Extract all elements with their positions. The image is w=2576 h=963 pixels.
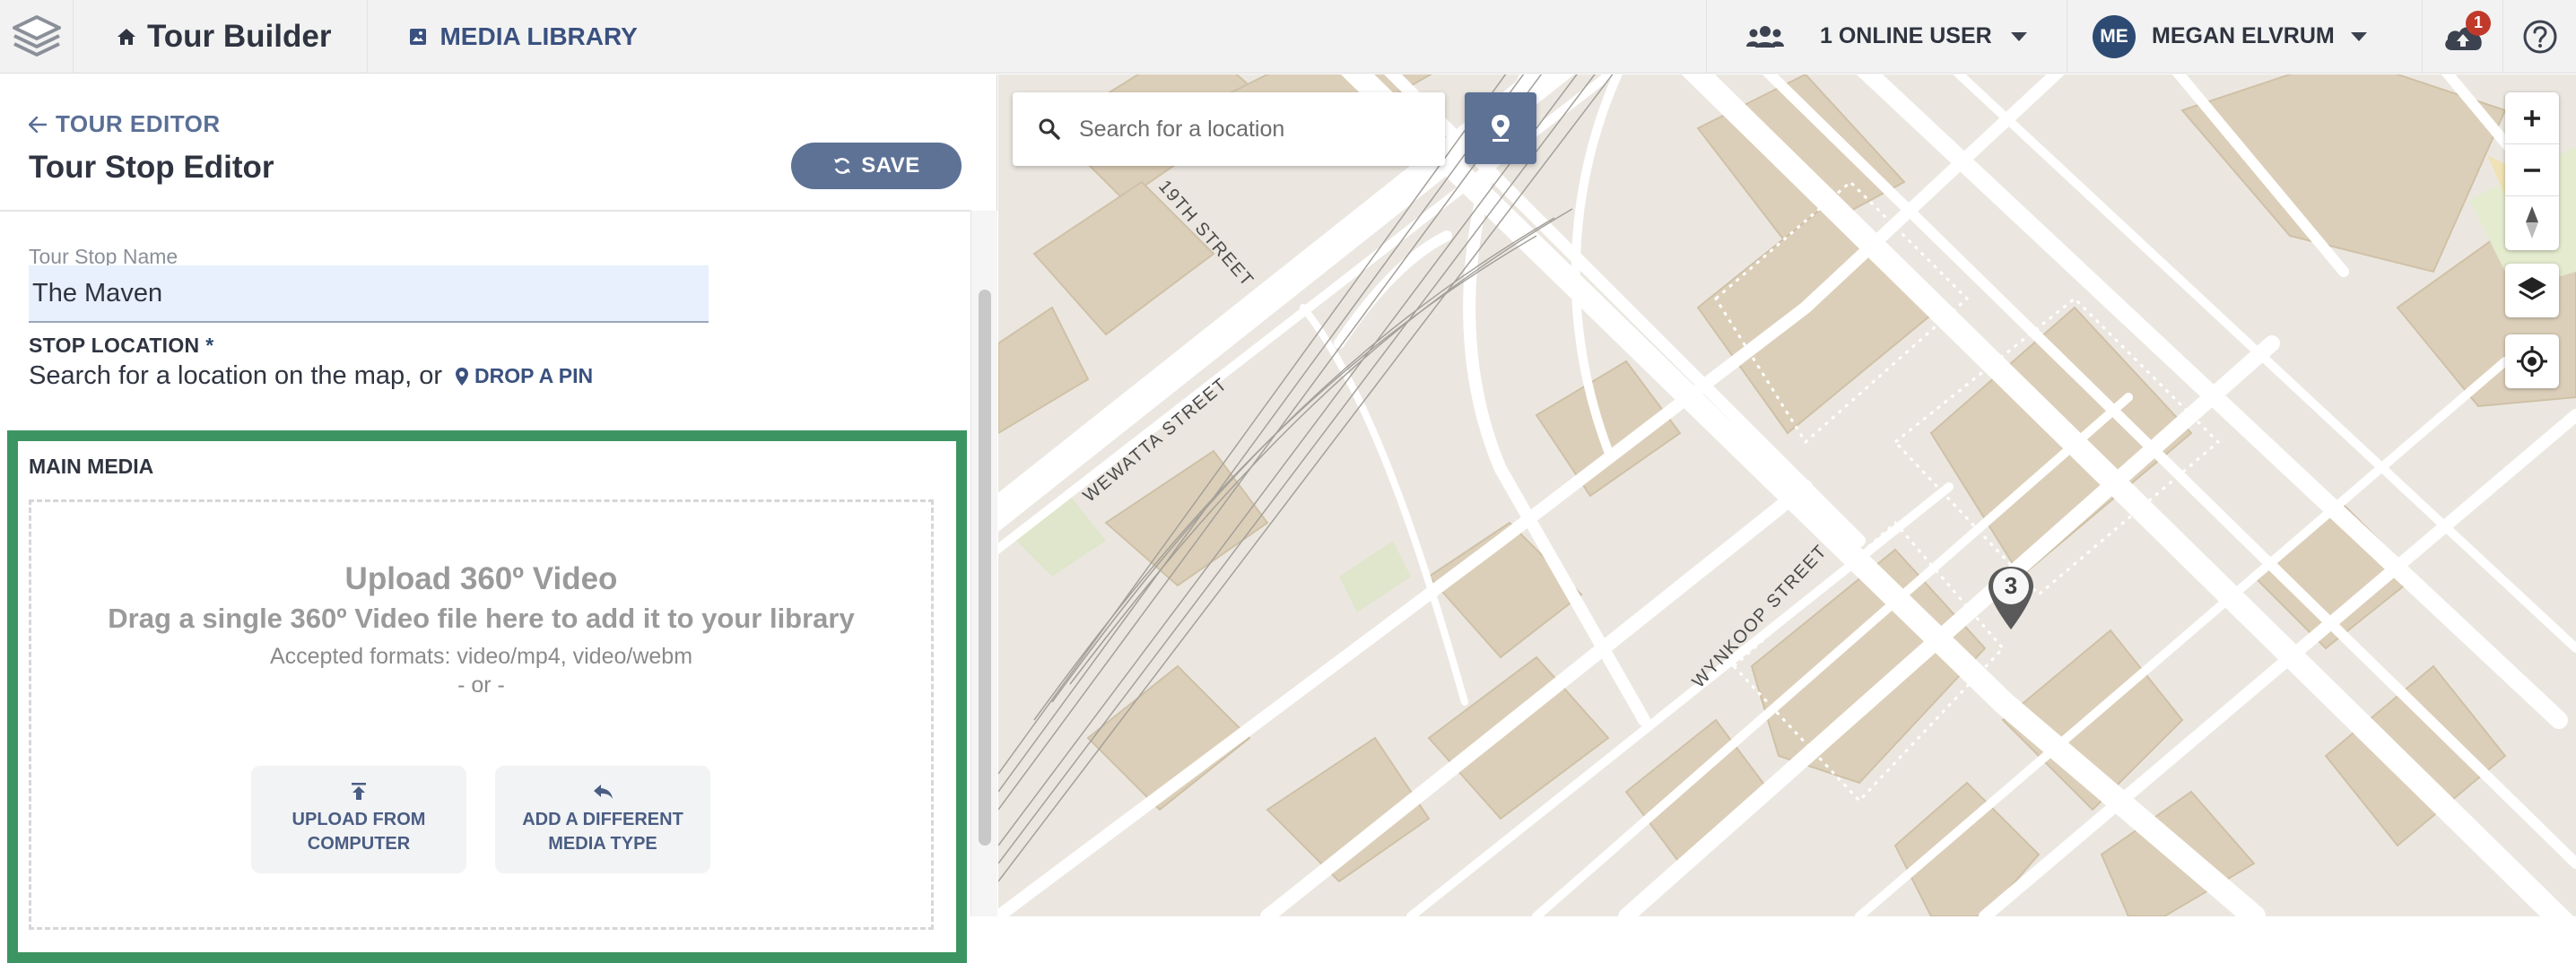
top-navigation-bar: Tour Builder MEDIA LIBRARY 1 ONLINE USER… <box>0 0 2576 74</box>
page-title: Tour Stop Editor <box>29 150 274 185</box>
help-icon <box>2523 20 2556 53</box>
map-tiles <box>998 74 2576 916</box>
sync-icon <box>834 158 851 174</box>
app-title: Tour Builder <box>147 18 332 54</box>
header-divider <box>0 210 970 212</box>
stop-location-label: STOP LOCATION * <box>29 334 213 358</box>
plus-icon <box>2524 109 2540 126</box>
drop-a-pin-button[interactable]: DROP A PIN <box>455 364 593 388</box>
tour-stop-marker[interactable]: 3 <box>1985 565 2037 633</box>
search-icon <box>1039 118 1060 140</box>
save-button[interactable]: SAVE <box>791 143 962 189</box>
map-view[interactable]: 19TH STREET WEWATTA STREET WYNKOOP STREE… <box>998 74 2576 916</box>
reply-arrow-icon <box>594 785 613 799</box>
back-link-label: TOUR EDITOR <box>56 110 221 137</box>
add-different-media-type-label: ADD A DIFFERENT MEDIA TYPE <box>522 810 683 854</box>
map-search-input[interactable] <box>1079 116 1420 143</box>
location-hint-text: Search for a location on the map, or <box>29 361 443 390</box>
panel-scrollbar[interactable] <box>970 211 997 916</box>
zoom-in-button[interactable] <box>2505 92 2559 144</box>
arrow-left-icon <box>29 116 47 133</box>
add-different-media-type-button[interactable]: ADD A DIFFERENT MEDIA TYPE <box>495 766 710 873</box>
drop-a-pin-label: DROP A PIN <box>474 364 594 387</box>
compass-icon <box>2526 206 2538 239</box>
app-logo[interactable] <box>0 0 74 74</box>
group-users-icon <box>1746 25 1784 48</box>
zoom-out-button[interactable] <box>2505 144 2559 196</box>
geolocate-button[interactable] <box>2505 334 2559 388</box>
map-pin-icon <box>456 367 469 386</box>
crosshair-icon <box>2517 346 2547 377</box>
stop-location-label-text: STOP LOCATION <box>29 334 200 357</box>
drop-pin-map-button[interactable] <box>1465 92 1536 164</box>
help-button[interactable] <box>2502 0 2576 74</box>
upload-from-computer-label: UPLOAD FROM COMPUTER <box>292 810 426 854</box>
tour-editor-back-link[interactable]: TOUR EDITOR <box>29 110 221 138</box>
upload-title: Upload 360º Video <box>344 561 618 596</box>
app-title-link[interactable]: Tour Builder <box>74 0 369 74</box>
tour-stop-editor-panel: TOUR EDITOR Tour Stop Editor SAVE Tour S… <box>0 74 997 963</box>
main-media-title: MAIN MEDIA <box>29 455 154 478</box>
minus-icon <box>2524 168 2540 172</box>
map-location-search[interactable] <box>1013 92 1445 166</box>
accepted-formats: Accepted formats: video/mp4, video/webm <box>269 644 693 669</box>
stop-location-hint: Search for a location on the map, or DRO… <box>29 361 593 391</box>
tour-stop-name-input[interactable] <box>29 265 709 323</box>
map-layers-button[interactable] <box>2505 264 2559 317</box>
upload-icon <box>352 783 366 800</box>
map-pin-icon <box>1492 115 1510 142</box>
layers-logo-icon <box>12 14 61 56</box>
layers-icon <box>2518 277 2546 300</box>
upload-instructions: Drag a single 360º Video file here to ad… <box>108 603 855 634</box>
notification-badge: 1 <box>2466 10 2491 36</box>
media-library-label: MEDIA LIBRARY <box>439 22 638 50</box>
user-menu-dropdown[interactable]: ME MEGAN ELVRUM <box>2067 0 2422 74</box>
caret-down-icon <box>2350 31 2367 41</box>
media-library-link[interactable]: MEDIA LIBRARY <box>368 0 638 74</box>
compass-button[interactable] <box>2505 196 2559 248</box>
home-icon <box>117 28 135 45</box>
zoom-controls <box>2505 92 2559 250</box>
online-users-dropdown[interactable]: 1 ONLINE USER <box>1706 0 2067 74</box>
upload-from-computer-button[interactable]: UPLOAD FROM COMPUTER <box>251 766 466 873</box>
user-name: MEGAN ELVRUM <box>2152 23 2335 48</box>
required-asterisk: * <box>205 334 214 357</box>
video-dropzone[interactable]: Upload 360º Video Drag a single 360º Vid… <box>29 499 934 930</box>
marker-number: 3 <box>2004 572 2018 599</box>
sync-upload-button[interactable]: 1 <box>2422 0 2502 74</box>
image-icon <box>410 28 427 45</box>
scrollbar-thumb[interactable] <box>979 290 991 846</box>
user-avatar: ME <box>2093 14 2136 58</box>
online-users-label: 1 ONLINE USER <box>1820 23 1992 48</box>
save-label: SAVE <box>861 153 920 178</box>
caret-down-icon <box>2011 31 2027 41</box>
or-separator: - or - <box>457 672 505 698</box>
